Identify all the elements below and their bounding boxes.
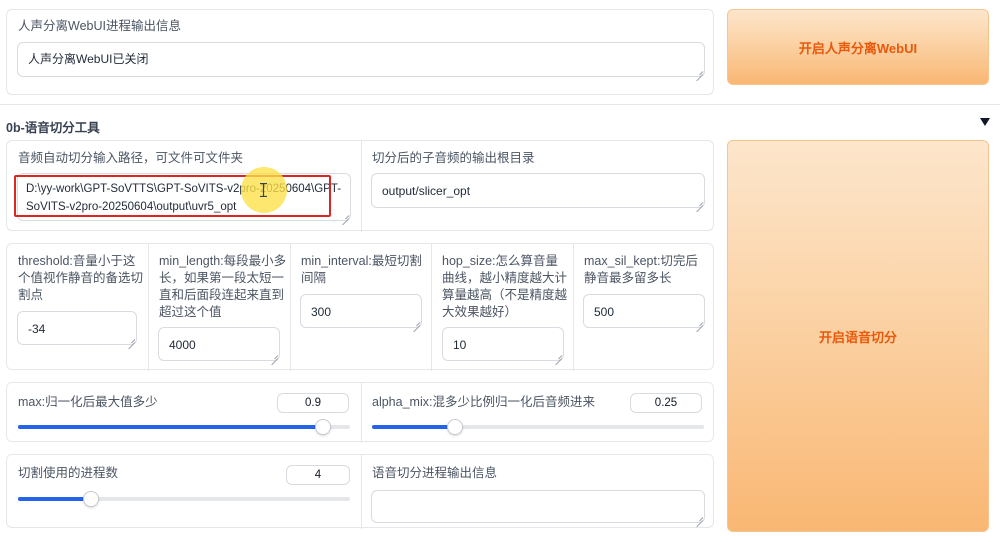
resize-handle-icon[interactable] bbox=[555, 352, 562, 359]
slicer-output-textbox[interactable] bbox=[371, 490, 705, 523]
max-slider-thumb[interactable] bbox=[315, 419, 332, 435]
procs-panel: 切割使用的进程数 4 语音切分进程输出信息 bbox=[6, 454, 714, 529]
params-panel: threshold:音量小于这个值视作静音的备选切割点 -34 min_leng… bbox=[6, 243, 714, 371]
text-cursor-icon bbox=[260, 183, 267, 197]
max-slider[interactable] bbox=[18, 419, 350, 435]
uvr-output-panel: 人声分离WebUI进程输出信息 人声分离WebUI已关闭 bbox=[6, 9, 714, 95]
max-sil-kept-input[interactable]: 500 bbox=[583, 294, 705, 328]
resize-handle-icon[interactable] bbox=[696, 199, 703, 206]
resize-handle-icon[interactable] bbox=[696, 514, 703, 521]
alpha-slider-thumb[interactable] bbox=[447, 419, 463, 435]
max-slider-fill bbox=[18, 425, 324, 429]
resize-handle-icon[interactable] bbox=[128, 336, 135, 343]
uvr-output-label: 人声分离WebUI进程输出信息 bbox=[18, 19, 181, 33]
output-root-textbox[interactable]: output/slicer_opt bbox=[371, 173, 705, 208]
alpha-slider-fill bbox=[372, 425, 455, 429]
max-slider-value[interactable]: 0.9 bbox=[277, 393, 349, 413]
procs-slider-value[interactable]: 4 bbox=[286, 465, 350, 485]
alpha-slider[interactable] bbox=[372, 419, 704, 435]
paths-panel: 音频自动切分输入路径，可文件可文件夹 D:\yy-work\GPT-SoVTTS… bbox=[6, 140, 714, 232]
triangle-down-icon[interactable] bbox=[980, 118, 990, 127]
resize-handle-icon[interactable] bbox=[696, 319, 703, 326]
hop-size-label: hop_size:怎么算音量曲线，越小精度越大计算量越高（不是精度越大效果越好） bbox=[442, 254, 568, 319]
alpha-slider-value[interactable]: 0.25 bbox=[630, 393, 702, 413]
alpha-slider-label: alpha_mix:混多少比例归一化后音频进来 bbox=[372, 395, 595, 409]
slider-divider bbox=[361, 455, 362, 529]
uvr-output-textbox[interactable]: 人声分离WebUI已关闭 bbox=[17, 42, 705, 77]
resize-handle-icon[interactable] bbox=[271, 352, 278, 359]
hop-size-input[interactable]: 10 bbox=[442, 327, 564, 361]
open-uvr-webui-button[interactable]: 开启人声分离WebUI bbox=[727, 9, 989, 85]
min-length-input[interactable]: 4000 bbox=[158, 327, 280, 361]
param-divider bbox=[148, 244, 149, 371]
procs-slider-fill bbox=[18, 497, 92, 501]
procs-slider[interactable] bbox=[18, 491, 350, 507]
resize-handle-icon[interactable] bbox=[413, 319, 420, 326]
param-divider bbox=[573, 244, 574, 371]
param-divider bbox=[290, 244, 291, 371]
threshold-label: threshold:音量小于这个值视作静音的备选切割点 bbox=[18, 254, 144, 302]
section-divider bbox=[0, 104, 1000, 105]
procs-slider-label: 切割使用的进程数 bbox=[18, 466, 119, 480]
min-interval-input[interactable]: 300 bbox=[300, 294, 422, 328]
param-divider bbox=[431, 244, 432, 371]
threshold-input[interactable]: -34 bbox=[17, 311, 137, 345]
resize-handle-icon[interactable] bbox=[696, 68, 703, 75]
slider-divider bbox=[361, 383, 362, 443]
max-sil-kept-label: max_sil_kept:切完后静音最多留多长 bbox=[584, 254, 698, 285]
resize-handle-icon[interactable] bbox=[342, 212, 349, 219]
min-length-label: min_length:每段最小多长，如果第一段太短一直和后面段连起来直到超过这个… bbox=[159, 254, 287, 319]
norm-sliders-panel: max:归一化后最大值多少 0.9 alpha_mix:混多少比例归一化后音频进… bbox=[6, 382, 714, 443]
slicer-section-title[interactable]: 0b-语音切分工具 bbox=[6, 117, 100, 136]
procs-slider-thumb[interactable] bbox=[83, 491, 100, 507]
min-interval-label: min_interval:最短切割间隔 bbox=[301, 254, 422, 285]
open-slicer-button[interactable]: 开启语音切分 bbox=[727, 140, 989, 532]
slicer-output-label: 语音切分进程输出信息 bbox=[372, 466, 498, 480]
max-slider-label: max:归一化后最大值多少 bbox=[18, 395, 158, 409]
output-root-label: 切分后的子音频的输出根目录 bbox=[372, 151, 535, 165]
input-path-label: 音频自动切分输入路径，可文件可文件夹 bbox=[18, 151, 244, 165]
paths-divider bbox=[361, 141, 362, 232]
